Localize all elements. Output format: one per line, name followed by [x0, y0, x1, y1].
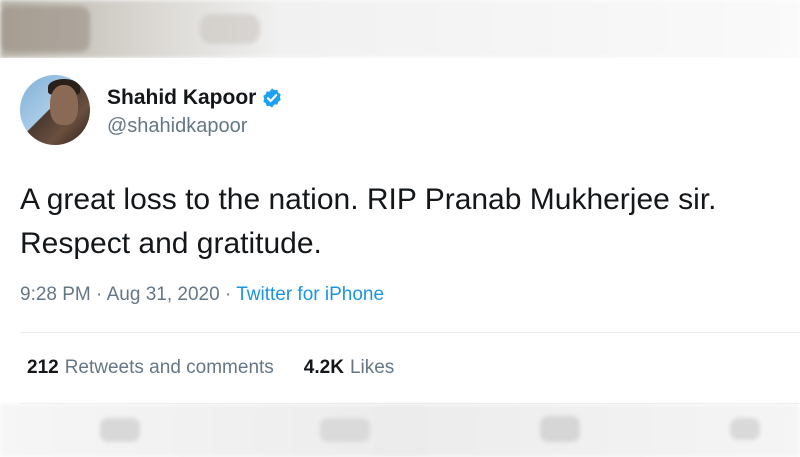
tweet-time[interactable]: 9:28 PM [20, 284, 91, 305]
retweets-count: 212 [27, 357, 59, 378]
likes-count: 4.2K [303, 357, 344, 378]
blurred-background-top [0, 0, 800, 58]
display-name[interactable]: Shahid Kapoor [107, 86, 256, 110]
tweet-stats: 212 Retweets and comments 4.2K Likes [27, 357, 424, 379]
meta-separator-2: · [224, 284, 232, 305]
divider [20, 332, 800, 333]
meta-separator: · [96, 284, 103, 305]
likes-stat[interactable]: 4.2K Likes [304, 357, 395, 379]
tweet-text-line-1: A great loss to the nation. RIP Pranab M… [20, 183, 717, 216]
tweet-text: A great loss to the nation. RIP Pranab M… [20, 178, 800, 266]
likes-label: Likes [349, 357, 395, 378]
retweets-label: Retweets and comments [64, 357, 274, 378]
tweet-date[interactable]: Aug 31, 2020 [107, 284, 220, 305]
tweet-source-link[interactable]: Twitter for iPhone [236, 284, 384, 305]
tweet-card: Shahid Kapoor @shahidkapoor A great loss… [0, 58, 800, 404]
user-handle[interactable]: @shahidkapoor [107, 115, 247, 138]
tweet-meta: 9:28 PM · Aug 31, 2020 · Twitter for iPh… [20, 284, 384, 306]
tweet-text-line-2: Respect and gratitude. [20, 227, 322, 260]
author-name-row: Shahid Kapoor [107, 86, 283, 110]
avatar[interactable] [20, 75, 90, 145]
retweets-stat[interactable]: 212 Retweets and comments [27, 357, 274, 379]
verified-badge-icon [261, 87, 283, 109]
blurred-background-bottom [0, 404, 800, 457]
